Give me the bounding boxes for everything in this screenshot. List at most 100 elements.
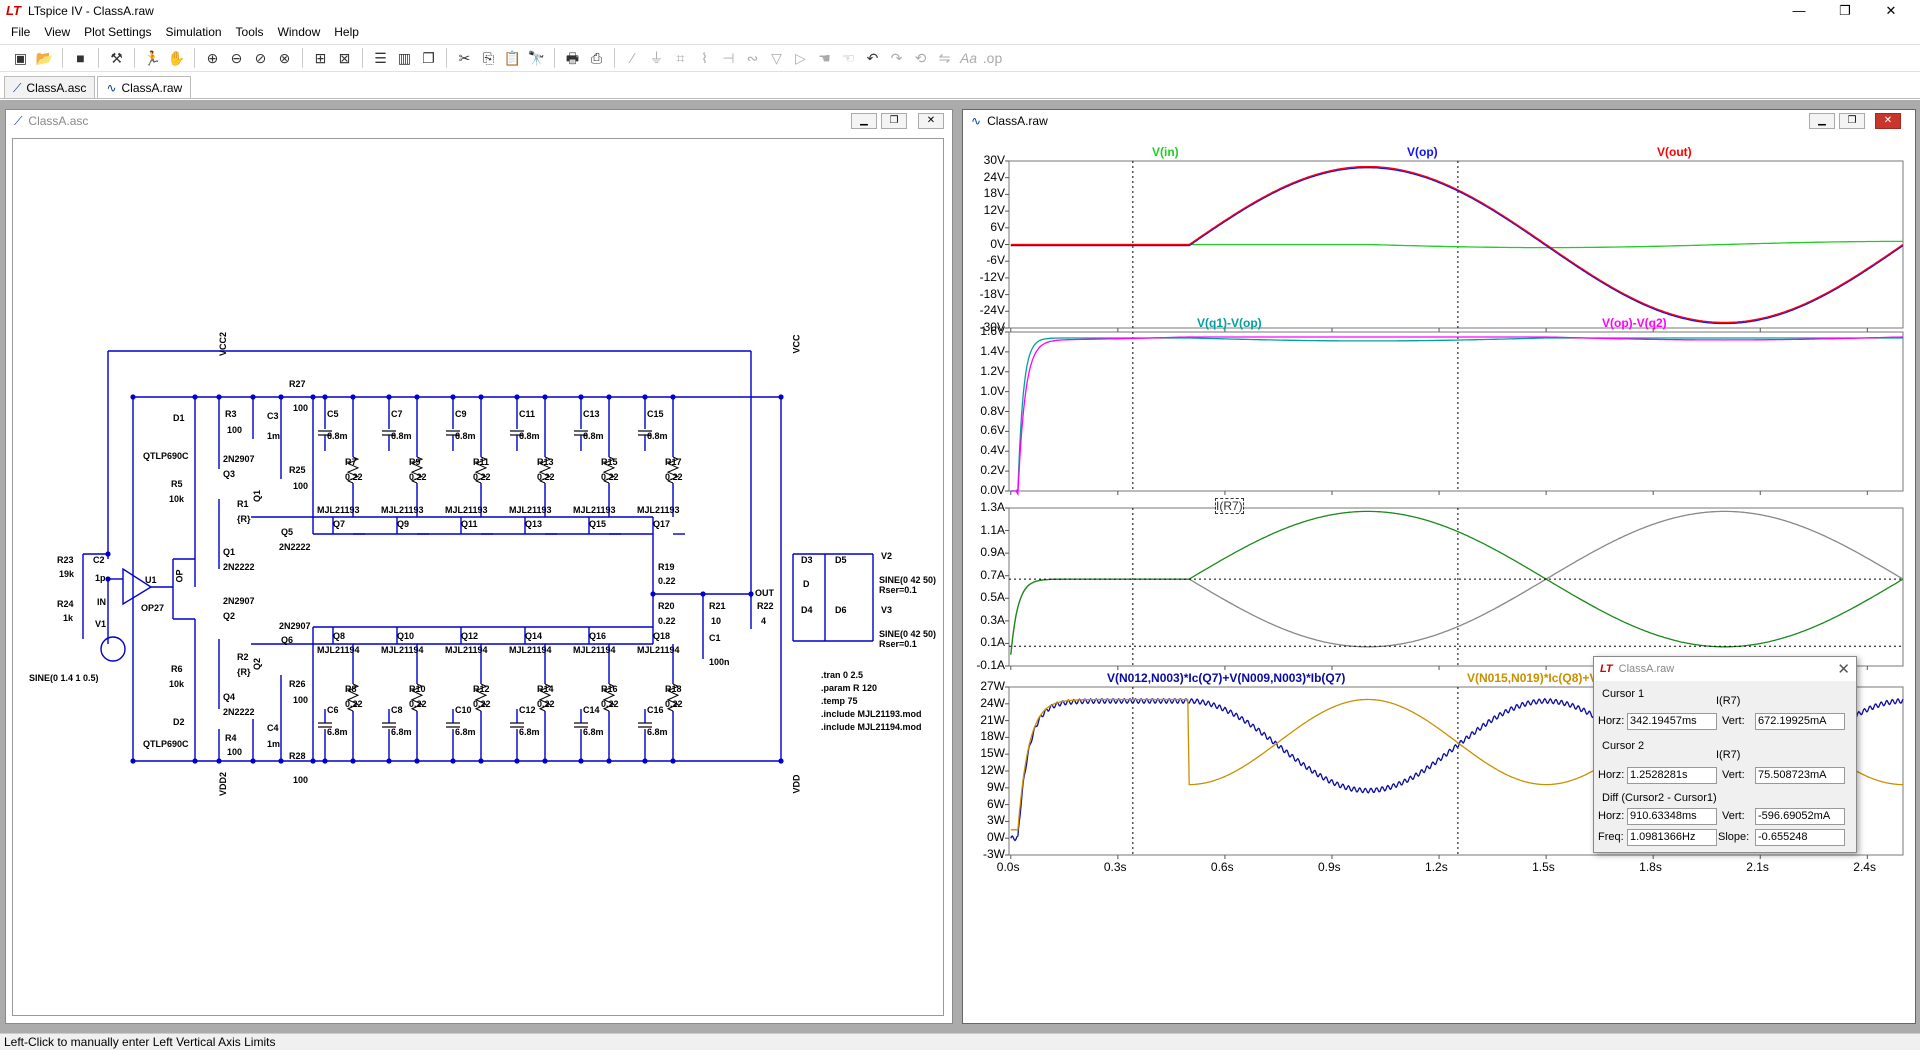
component-label: R25 (289, 465, 306, 475)
new-schematic-icon[interactable]: ▣ (10, 48, 31, 69)
move-icon[interactable]: ☚ (814, 48, 835, 69)
mirror-icon[interactable]: ⇋ (934, 48, 955, 69)
y-tick-label: 18V (983, 186, 1005, 201)
close-icon[interactable]: ✕ (1837, 660, 1850, 678)
cursor2-vert-field[interactable]: 75.508723mA (1755, 767, 1845, 784)
net-label-vcc: VCC (791, 334, 802, 354)
inductor-icon[interactable]: ∾ (742, 48, 763, 69)
y-tick-label: -18V (979, 286, 1005, 301)
capacitor-icon[interactable]: ⊣ (718, 48, 739, 69)
spice-directive-icon[interactable]: .op (982, 48, 1003, 69)
cut-icon[interactable]: ✂ (454, 48, 475, 69)
menu-window[interactable]: Window (271, 25, 328, 39)
component-value: MJL21193 (381, 505, 424, 515)
autorange-icon[interactable]: ⊞ (310, 48, 331, 69)
menu-view[interactable]: View (37, 25, 77, 39)
halt-icon[interactable]: ✋ (166, 48, 187, 69)
cursor-dialog-title: ClassA.raw (1618, 663, 1675, 675)
diode-icon[interactable]: ▽ (766, 48, 787, 69)
control-panel-icon[interactable]: ⚒ (106, 48, 127, 69)
redo-icon[interactable]: ↷ (886, 48, 907, 69)
rotate-icon[interactable]: ⟲ (910, 48, 931, 69)
component-label: Q14 (525, 631, 543, 641)
waveform-window[interactable]: ∿ ClassA.raw ▁ ❐ ✕ 30V 24V 18V 12V 6V 0V -6V -1… (962, 109, 1916, 1024)
net-label-vdd: VDD (791, 774, 802, 794)
zoom-in-icon[interactable]: ⊕ (202, 48, 223, 69)
component-label: R27 (289, 379, 306, 389)
minimize-button[interactable]: ▁ (851, 113, 877, 129)
zoom-out-icon[interactable]: ⊖ (226, 48, 247, 69)
minimize-button[interactable]: ▁ (1809, 113, 1835, 129)
diff-horz-field[interactable]: 910.63348ms (1627, 808, 1717, 825)
component-label: Q3 (223, 469, 236, 479)
zoom-fit-icon[interactable]: ⊗ (274, 48, 295, 69)
component-value: MJL21193 (573, 505, 616, 515)
component-label: C7 (391, 409, 403, 419)
component-value: 1m (267, 431, 281, 441)
slope-field[interactable]: -0.655248 (1755, 829, 1845, 846)
close-button[interactable]: ✕ (1875, 113, 1901, 129)
close-button[interactable]: ✕ (918, 113, 944, 129)
open-icon[interactable]: 📂 (34, 48, 55, 69)
close-button[interactable]: ✕ (1868, 0, 1914, 22)
x-tick-label: 1.2s (1425, 860, 1448, 874)
component-icon[interactable]: ▷ (790, 48, 811, 69)
restore-button[interactable]: ❐ (881, 113, 907, 129)
menu-plot-settings[interactable]: Plot Settings (77, 25, 158, 39)
component-label: R10 (409, 684, 426, 694)
menu-file[interactable]: File (4, 25, 37, 39)
cursor2-horz-field[interactable]: 1.2528281s (1627, 767, 1717, 784)
component-value: MJL21193 (509, 505, 552, 515)
waveform-icon: ∿ (106, 81, 117, 95)
find-icon[interactable]: 🔭 (526, 48, 547, 69)
cursor1-horz-field[interactable]: 342.19457ms (1627, 713, 1717, 730)
y-tick-label: 15W (980, 746, 1005, 761)
component-value: MJL21193 (637, 505, 680, 515)
freq-field[interactable]: 1.0981366Hz (1627, 829, 1717, 846)
y-tick-label: 3W (987, 813, 1005, 828)
schematic-window[interactable]: ⟋ ClassA.asc ▁ ❐ ✕ VCC2 VCC VDD2 VDD R27… (5, 109, 953, 1024)
y-tick-label: 0.1A (980, 635, 1005, 650)
print-preview-icon[interactable]: 🖶 (562, 48, 583, 69)
diff-vert-field[interactable]: -596.69052mA (1755, 808, 1845, 825)
plot-area[interactable]: 30V 24V 18V 12V 6V 0V -6V -12V -18V -24V -30V V(in)… (967, 136, 1911, 1020)
tile-vertical-icon[interactable]: ▥ (394, 48, 415, 69)
menu-tools[interactable]: Tools (229, 25, 271, 39)
component-value: 6.8m (327, 727, 348, 737)
resistor-icon[interactable]: ⌇ (694, 48, 715, 69)
menu-help[interactable]: Help (327, 25, 366, 39)
paste-icon[interactable]: 📋 (502, 48, 523, 69)
spice-directives[interactable]: .tran 0 2.5 .param R 120 .temp 75 .inclu… (821, 669, 922, 734)
status-bar: Left-Click to manually enter Left Vertic… (0, 1033, 1920, 1050)
run-icon[interactable]: 🏃 (142, 48, 163, 69)
component-label: Q6 (281, 635, 294, 645)
tab-classa-raw[interactable]: ∿ ClassA.raw (97, 76, 192, 98)
y-tick-label: 24W (980, 695, 1005, 710)
tab-classa-asc[interactable]: ⟋ ClassA.asc (4, 76, 96, 98)
print-icon[interactable]: ⎙ (586, 48, 607, 69)
ground-icon[interactable]: ⏚ (646, 48, 667, 69)
restore-button[interactable]: ❐ (1822, 0, 1868, 22)
delete-plot-icon[interactable]: ⊠ (334, 48, 355, 69)
copy-icon[interactable]: ⎘ (478, 48, 499, 69)
drag-icon[interactable]: ☜ (838, 48, 859, 69)
component-label: R6 (171, 664, 183, 674)
wire-icon[interactable]: ∕ (622, 48, 643, 69)
component-value: 100 (293, 775, 309, 785)
menu-simulation[interactable]: Simulation (159, 25, 229, 39)
y-tick-label: 1.0V (980, 383, 1005, 398)
label-icon[interactable]: ⌗ (670, 48, 691, 69)
undo-icon[interactable]: ↶ (862, 48, 883, 69)
cascade-icon[interactable]: ❐ (418, 48, 439, 69)
save-icon[interactable]: ■ (70, 48, 91, 69)
cursor1-vert-field[interactable]: 672.19925mA (1755, 713, 1845, 730)
zoom-back-icon[interactable]: ⊘ (250, 48, 271, 69)
component-label: R16 (601, 684, 618, 694)
cursor-dialog[interactable]: LT ClassA.raw ✕ Cursor 1 I(R7) Horz: 342… (1593, 656, 1857, 853)
tile-horizontal-icon[interactable]: ☰ (370, 48, 391, 69)
schematic-canvas[interactable]: VCC2 VCC VDD2 VDD R27 100 R28 100 D1 QTL… (12, 138, 944, 1016)
minimize-button[interactable]: — (1776, 0, 1822, 22)
text-icon[interactable]: Aa (958, 48, 979, 69)
restore-button[interactable]: ❐ (1839, 113, 1865, 129)
component-value: 2N2907 (223, 596, 255, 606)
